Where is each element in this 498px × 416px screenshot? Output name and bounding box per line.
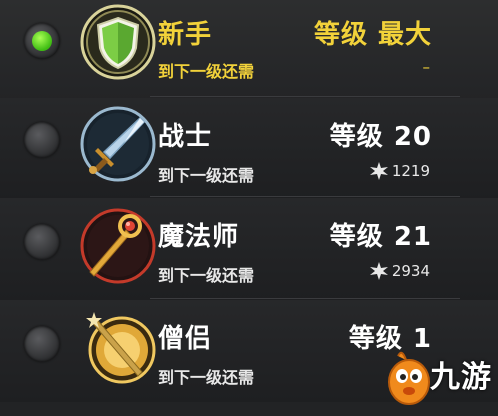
level-display: 等级 最大 [314,14,432,51]
level-label: 等级 [313,20,368,50]
class-name: 魔法师 [158,222,240,252]
xp-required: – [423,58,431,76]
class-row-novice[interactable]: 新手 等级 最大 到下一级还需 – [0,0,498,102]
radio-button-novice[interactable] [24,23,60,59]
xp-star-icon [369,162,388,180]
row-divider [150,196,460,197]
class-name: 新手 [158,20,213,50]
level-value: 20 [393,122,432,152]
level-label: 等级 [329,122,384,152]
mace-icon [80,310,156,386]
class-name: 战士 [158,122,213,152]
next-level-label: 到下一级还需 [158,166,255,185]
level-label: 等级 [329,222,384,252]
staff-icon [80,208,156,284]
class-row-warrior[interactable]: 战士 等级 20 到下一级还需 1219 [0,98,498,200]
watermark-text: 九游 [430,360,492,395]
xp-value: 1219 [391,162,430,180]
level-value: 最大 [377,20,432,50]
class-list-panel: 新手 等级 最大 到下一级还需 – 战士 等级 20 到下一级还需 1219 魔… [0,0,498,416]
next-level-label: 到下一级还需 [158,62,255,81]
radio-selected-indicator [32,31,52,51]
radio-button-monk[interactable] [24,326,60,362]
class-row-mage[interactable]: 魔法师 等级 21 到下一级还需 2934 [0,198,498,300]
radio-button-mage[interactable] [24,224,60,260]
row-divider [150,96,460,97]
next-level-label: 到下一级还需 [158,266,255,285]
xp-value: 2934 [391,262,430,280]
level-display: 等级 20 [330,116,432,153]
next-level-label: 到下一级还需 [158,368,255,387]
xp-required: 2934 [369,262,430,280]
xp-required: 1219 [369,162,430,180]
radio-button-warrior[interactable] [24,122,60,158]
class-name: 僧侣 [158,324,213,354]
row-divider [150,298,460,299]
sword-icon [80,106,156,182]
shield-icon [80,4,156,80]
level-value: 21 [393,222,432,252]
xp-value: – [422,58,431,76]
xp-star-icon [369,262,388,280]
level-display: 等级 21 [330,216,432,253]
